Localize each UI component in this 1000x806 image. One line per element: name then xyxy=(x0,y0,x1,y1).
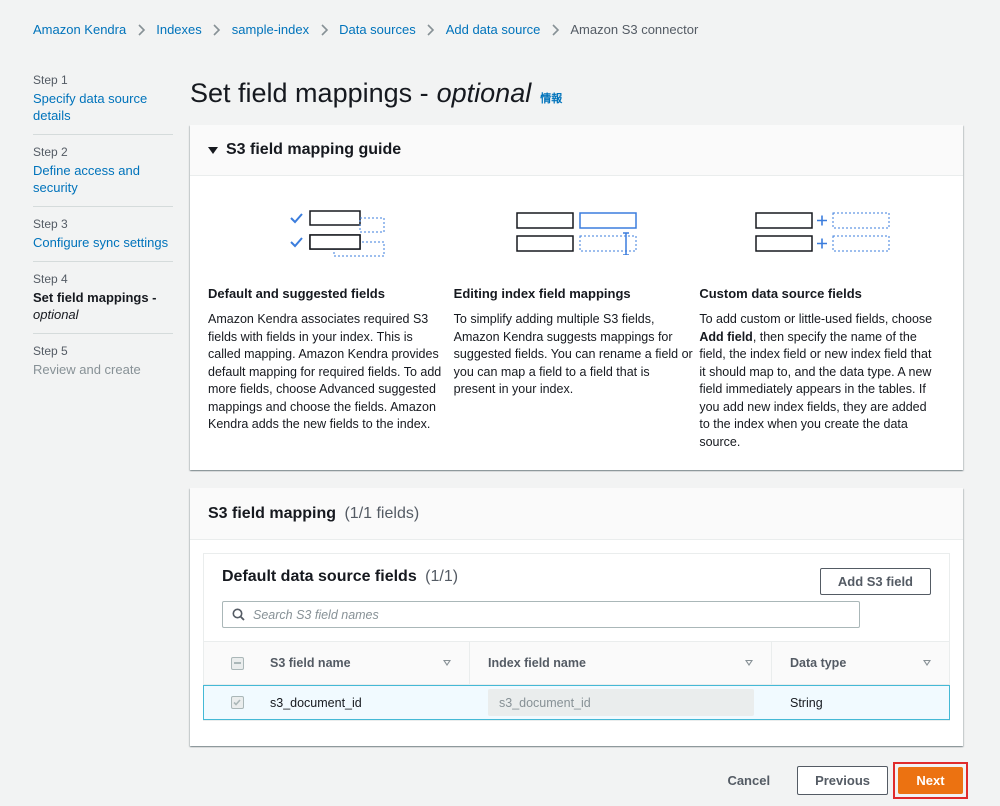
chevron-right-icon xyxy=(309,23,339,36)
sort-icon xyxy=(923,660,931,666)
search-box xyxy=(222,601,860,628)
wizard-steps: Step 1 Specify data source details Step … xyxy=(33,73,173,398)
page-title-optional: optional xyxy=(436,78,532,108)
index-field-cell: s3_document_id xyxy=(470,686,772,719)
step-2: Step 2 Define access and security xyxy=(33,145,173,207)
s3-field-cell: s3_document_id xyxy=(270,695,362,710)
breadcrumb: Amazon Kendra Indexes sample-index Data … xyxy=(33,22,698,37)
guide-column-default: Default and suggested fields Amazon Kend… xyxy=(208,176,454,451)
step-5: Step 5 Review and create xyxy=(33,344,173,388)
guide-text: To add custom or little-used fields, cho… xyxy=(699,311,945,451)
default-fields-count: (1/1) xyxy=(425,567,459,585)
mapping-title: S3 field mapping (1/1 fields) xyxy=(208,505,419,523)
column-header-label: Data type xyxy=(790,656,847,670)
guide-heading: Default and suggested fields xyxy=(208,286,385,301)
wizard-footer: Cancel Previous Next xyxy=(727,762,968,799)
step-current-set-field-mappings: Set field mappings - optional xyxy=(33,289,173,323)
guide-column-custom: Custom data source fields To add custom … xyxy=(699,176,945,451)
guide-heading: Custom data source fields xyxy=(699,286,862,301)
step-number: Step 2 xyxy=(33,145,68,159)
column-header-label: S3 field name xyxy=(270,656,351,670)
table-row: s3_document_id s3_document_id String xyxy=(203,685,950,720)
step-number: Step 3 xyxy=(33,217,68,231)
previous-button[interactable]: Previous xyxy=(797,766,888,795)
guide-text-bold: Add field xyxy=(699,329,753,344)
check-icon xyxy=(233,699,241,706)
guide-text: To simplify adding multiple S3 fields, A… xyxy=(453,312,693,396)
mapping-add-illustration-icon xyxy=(699,176,945,286)
step-number: Step 5 xyxy=(33,344,68,358)
guide-column-editing: Editing index field mappings To simplify… xyxy=(454,176,700,451)
select-all-checkbox[interactable] xyxy=(230,656,244,670)
step-link-define-access[interactable]: Define access and security xyxy=(33,162,173,196)
column-header-index-field[interactable]: Index field name xyxy=(470,642,772,684)
guide-text-part: To add custom or little-used fields, cho… xyxy=(699,312,933,326)
guide-title: S3 field mapping guide xyxy=(226,141,402,158)
column-header-label: Index field name xyxy=(488,656,586,670)
sort-icon xyxy=(745,660,753,666)
breadcrumb-indexes[interactable]: Indexes xyxy=(156,22,202,37)
row-checkbox xyxy=(230,696,244,709)
guide-text-part: , then specify the name of the field, th… xyxy=(699,329,932,449)
chevron-right-icon xyxy=(202,23,232,36)
sort-icon xyxy=(443,660,451,666)
step-4: Step 4 Set field mappings - optional xyxy=(33,272,173,334)
select-all-cell xyxy=(204,642,270,684)
search-icon xyxy=(232,608,245,621)
step-link-specify-data-source[interactable]: Specify data source details xyxy=(33,90,173,124)
mapping-title-text: S3 field mapping xyxy=(208,504,337,522)
add-s3-field-button[interactable]: Add S3 field xyxy=(819,568,931,595)
step-title-optional: optional xyxy=(33,307,79,322)
chevron-right-icon xyxy=(416,23,446,36)
guide-expander[interactable]: S3 field mapping guide xyxy=(190,125,963,176)
fields-table: S3 field name Index field name Data type… xyxy=(203,641,950,720)
data-type-cell: String xyxy=(790,695,823,710)
cancel-button[interactable]: Cancel xyxy=(727,773,770,788)
page-title-text: Set field mappings - xyxy=(190,78,429,108)
step-1: Step 1 Specify data source details xyxy=(33,73,173,135)
breadcrumb-amazon-kendra[interactable]: Amazon Kendra xyxy=(33,22,126,37)
guide-text: Amazon Kendra associates required S3 fie… xyxy=(208,312,442,431)
mapping-check-illustration-icon xyxy=(208,176,454,286)
breadcrumb-add-data-source[interactable]: Add data source xyxy=(446,22,541,37)
page-title: Set field mappings - optional 情報 xyxy=(190,78,562,109)
mapping-edit-illustration-icon xyxy=(454,176,700,286)
breadcrumb-current: Amazon S3 connector xyxy=(570,22,699,37)
search-input[interactable] xyxy=(253,607,843,622)
default-fields-title-text: Default data source fields xyxy=(222,567,417,585)
step-title-text: Set field mappings - xyxy=(33,290,157,305)
column-header-data-type[interactable]: Data type xyxy=(772,642,949,684)
field-mapping-guide-panel: S3 field mapping guide Default and sugge… xyxy=(190,125,963,470)
step-number: Step 1 xyxy=(33,73,68,87)
next-button-highlight: Next xyxy=(893,762,968,799)
s3-field-mapping-panel: S3 field mapping (1/1 fields) Default da… xyxy=(190,488,963,746)
guide-heading: Editing index field mappings xyxy=(453,286,631,301)
row-select-cell xyxy=(204,686,270,719)
step-3: Step 3 Configure sync settings xyxy=(33,217,173,262)
step-review-and-create: Review and create xyxy=(33,362,141,377)
breadcrumb-data-sources[interactable]: Data sources xyxy=(339,22,416,37)
chevron-right-icon xyxy=(126,23,156,36)
step-number: Step 4 xyxy=(33,272,68,286)
info-link[interactable]: 情報 xyxy=(540,90,562,106)
default-fields-table-container: Default data source fields (1/1) Add S3 … xyxy=(203,553,950,721)
caret-down-icon xyxy=(208,146,218,154)
default-fields-title: Default data source fields (1/1) xyxy=(222,568,458,586)
column-header-s3-field[interactable]: S3 field name xyxy=(270,642,470,684)
mapping-count: (1/1 fields) xyxy=(344,504,420,522)
step-link-configure-sync[interactable]: Configure sync settings xyxy=(33,234,173,251)
table-header: S3 field name Index field name Data type xyxy=(204,641,949,685)
breadcrumb-sample-index[interactable]: sample-index xyxy=(232,22,309,37)
chevron-right-icon xyxy=(540,23,570,36)
index-field-input: s3_document_id xyxy=(488,689,754,716)
next-button[interactable]: Next xyxy=(898,767,963,794)
